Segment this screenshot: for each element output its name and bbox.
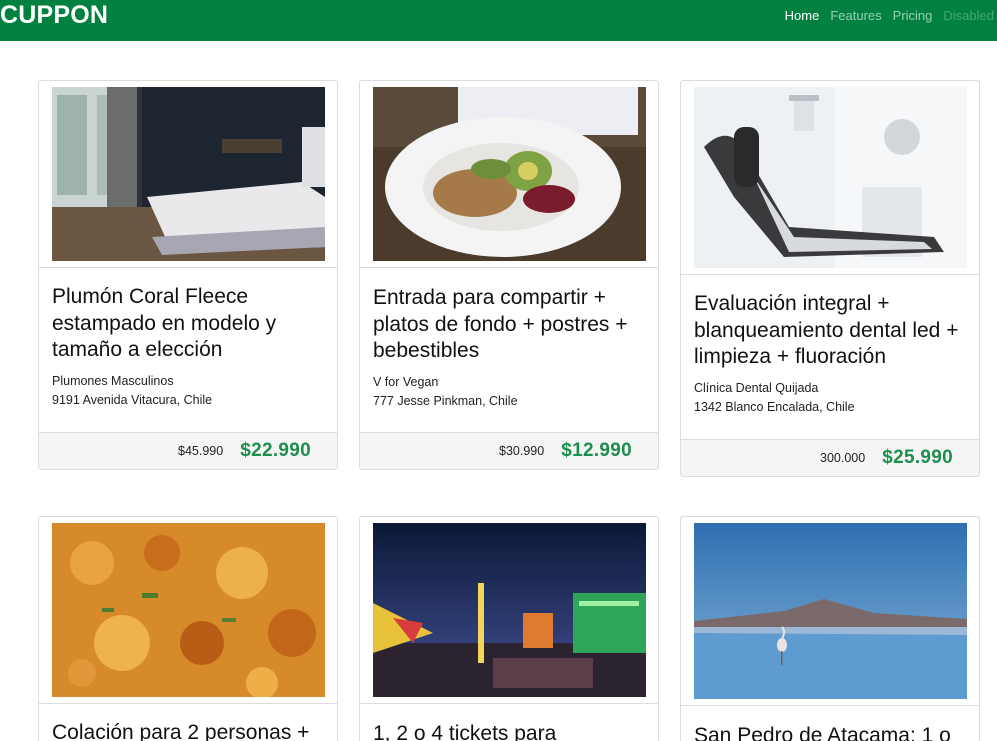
deal-price: $12.990 — [561, 440, 632, 461]
deal-price: $25.990 — [882, 447, 953, 468]
deal-card-atacama[interactable]: San Pedro de Atacama: 1 o — [680, 516, 980, 741]
card-image-frame — [39, 81, 337, 268]
original-price: $30.990 — [499, 444, 545, 458]
bedroom-photo-graphic — [52, 87, 325, 261]
merchant-address: 1342 Blanco Encalada, Chile — [694, 400, 855, 414]
fair-rides-photo-graphic — [373, 523, 646, 697]
card-image-frame — [360, 517, 658, 704]
card-body: Colación para 2 personas + — [52, 720, 330, 741]
deal-details: Plumones Masculinos 9191 Avenida Vitacur… — [52, 372, 330, 411]
merchant-name: V for Vegan — [373, 374, 439, 389]
nav-link-pricing[interactable]: Pricing — [893, 8, 933, 23]
deal-title[interactable]: Plumón Coral Fleece estampado en modelo … — [52, 284, 330, 364]
deal-details: V for Vegan 777 Jesse Pinkman, Chile — [373, 373, 651, 412]
nav-link-home[interactable]: Home — [785, 8, 820, 23]
merchant-name: Clínica Dental Quijada — [694, 380, 819, 395]
card-body: San Pedro de Atacama: 1 o — [694, 723, 972, 741]
original-price: $45.990 — [178, 444, 224, 458]
card-body: 1, 2 o 4 tickets para — [373, 721, 651, 741]
dental-chair-photo-graphic — [694, 87, 967, 268]
card-price-footer: $45.990 $22.990 — [39, 432, 337, 469]
nav-links: Home Features Pricing Disabled — [774, 0, 994, 31]
card-body: Evaluación integral + blanqueamiento den… — [694, 291, 972, 418]
deal-card-bedding[interactable]: Plumón Coral Fleece estampado en modelo … — [38, 80, 338, 470]
food-dish-photo-graphic — [52, 523, 325, 697]
vegan-bowl-photo-graphic — [373, 87, 646, 261]
card-body: Plumón Coral Fleece estampado en modelo … — [52, 284, 330, 411]
card-image-frame — [39, 517, 337, 704]
deal-card-fair[interactable]: 1, 2 o 4 tickets para — [359, 516, 659, 741]
original-price: 300.000 — [820, 451, 866, 465]
top-navbar: CUPPON Home Features Pricing Disabled — [0, 0, 997, 41]
card-image-frame — [360, 81, 658, 268]
card-image-frame — [681, 81, 979, 275]
nav-link-features[interactable]: Features — [830, 8, 881, 23]
lagoon-flamingo-photo[interactable] — [694, 523, 967, 699]
brand-logo[interactable]: CUPPON — [0, 0, 108, 31]
card-price-footer: $30.990 $12.990 — [360, 432, 658, 469]
deal-card-dental[interactable]: Evaluación integral + blanqueamiento den… — [680, 80, 980, 477]
deal-title[interactable]: San Pedro de Atacama: 1 o — [694, 723, 972, 741]
merchant-name: Plumones Masculinos — [52, 373, 174, 388]
deal-card-lunch[interactable]: Colación para 2 personas + — [38, 516, 338, 741]
vegan-bowl-photo[interactable] — [373, 87, 646, 261]
deal-card-vegan[interactable]: Entrada para compartir + platos de fondo… — [359, 80, 659, 470]
card-image-frame — [681, 517, 979, 706]
lagoon-flamingo-photo-graphic — [694, 523, 967, 699]
food-dish-photo[interactable] — [52, 523, 325, 697]
card-price-footer: 300.000 $25.990 — [681, 439, 979, 476]
deal-title[interactable]: Colación para 2 personas + — [52, 720, 330, 741]
bedroom-photo[interactable] — [52, 87, 325, 261]
dental-chair-photo[interactable] — [694, 87, 967, 268]
deal-title[interactable]: Evaluación integral + blanqueamiento den… — [694, 291, 972, 371]
card-body: Entrada para compartir + platos de fondo… — [373, 285, 651, 412]
deal-details: Clínica Dental Quijada 1342 Blanco Encal… — [694, 379, 972, 418]
merchant-address: 9191 Avenida Vitacura, Chile — [52, 393, 213, 407]
deal-title[interactable]: Entrada para compartir + platos de fondo… — [373, 285, 651, 365]
nav-link-disabled: Disabled — [943, 8, 994, 23]
merchant-address: 777 Jesse Pinkman, Chile — [373, 394, 518, 408]
deal-price: $22.990 — [240, 440, 311, 461]
fair-rides-photo[interactable] — [373, 523, 646, 697]
deal-title[interactable]: 1, 2 o 4 tickets para — [373, 721, 651, 741]
